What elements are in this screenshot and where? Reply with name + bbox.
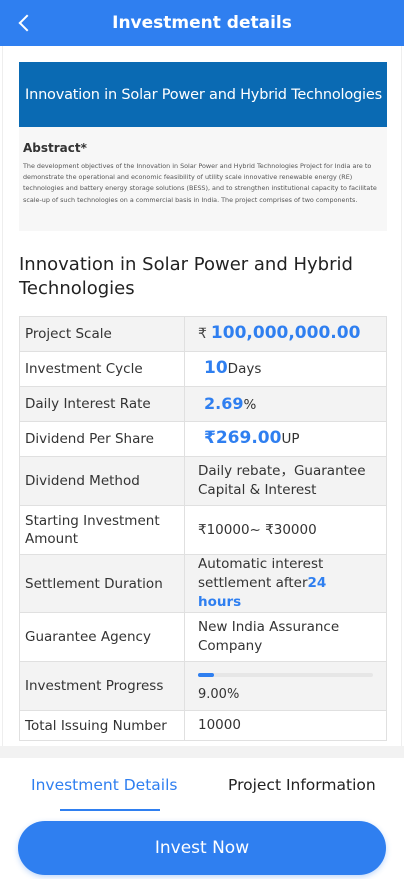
- tab-project-information[interactable]: Project Information: [228, 776, 376, 794]
- abstract-title: Abstract*: [23, 141, 87, 155]
- progress-bar-fill: [198, 672, 214, 677]
- row-guarantee-agency: Guarantee Agency New India Assurance Com…: [19, 612, 387, 662]
- currency-symbol: ₹: [198, 326, 207, 342]
- progress-bar-track: [198, 672, 373, 677]
- investment-details-table: Project Scale ₹100,000,000.00 Investment…: [19, 316, 387, 741]
- invest-now-button[interactable]: Invest Now: [18, 821, 386, 875]
- details-card: Innovation in Solar Power and Hybrid Tec…: [2, 46, 402, 746]
- row-investment-progress: Investment Progress 9.00%: [19, 661, 387, 711]
- banner-body: Abstract* The development objectives of …: [19, 127, 387, 206]
- investment-cycle-value: 10Days: [184, 351, 387, 387]
- dividend-per-share-number: ₹269.00: [204, 428, 282, 448]
- detail-tabs: Investment Details Project Information: [2, 758, 402, 812]
- row-investment-cycle: Investment Cycle 10Days: [19, 351, 387, 387]
- banner-heading: Innovation in Solar Power and Hybrid Tec…: [25, 86, 382, 103]
- abstract-text: The development objectives of the Innova…: [23, 162, 377, 204]
- project-banner-image: Innovation in Solar Power and Hybrid Tec…: [19, 62, 387, 231]
- starting-amount-label: Starting Investment Amount: [19, 505, 185, 555]
- guarantee-agency-value: New India Assurance Company: [184, 612, 387, 662]
- dividend-method-label: Dividend Method: [19, 456, 185, 506]
- investment-cycle-label: Investment Cycle: [19, 351, 185, 387]
- daily-interest-unit: %: [243, 396, 257, 413]
- page-title: Investment details: [112, 13, 292, 33]
- total-issuing-value: 10000: [184, 710, 387, 741]
- starting-amount-value: ₹10000~ ₹30000: [184, 505, 387, 555]
- progress-percent: 9.00%: [198, 686, 240, 702]
- section-divider: [0, 746, 404, 758]
- row-dividend-per-share: Dividend Per Share ₹269.00UP: [19, 421, 387, 457]
- daily-interest-number: 2.69: [204, 393, 244, 413]
- investment-progress-value: 9.00%: [184, 661, 387, 711]
- dividend-per-share-unit: UP: [281, 431, 300, 447]
- row-project-scale: Project Scale ₹100,000,000.00: [19, 316, 387, 352]
- dividend-method-value: Daily rebate，Guarantee Capital & Interes…: [184, 456, 387, 506]
- total-issuing-label: Total Issuing Number: [19, 710, 185, 741]
- banner-heading-bar: Innovation in Solar Power and Hybrid Tec…: [19, 62, 387, 127]
- app-header: Investment details: [0, 0, 404, 46]
- project-scale-amount: 100,000,000.00: [210, 323, 361, 343]
- investment-cycle-unit: Days: [227, 361, 262, 377]
- dividend-per-share-label: Dividend Per Share: [19, 421, 185, 457]
- settlement-duration-text: Automatic interest settlement after: [198, 556, 324, 591]
- dividend-per-share-value: ₹269.00UP: [184, 421, 387, 457]
- guarantee-agency-label: Guarantee Agency: [19, 612, 185, 662]
- daily-interest-value: 2.69%: [184, 386, 387, 422]
- back-button[interactable]: [8, 6, 40, 40]
- project-title: Innovation in Solar Power and Hybrid Tec…: [19, 254, 353, 299]
- settlement-duration-value: Automatic interest settlement after24 ho…: [184, 554, 387, 613]
- active-tab-indicator: [60, 809, 160, 811]
- daily-interest-label: Daily Interest Rate: [19, 386, 185, 422]
- row-starting-amount: Starting Investment Amount ₹10000~ ₹3000…: [19, 505, 387, 555]
- chevron-left-icon: [18, 14, 36, 32]
- row-daily-interest: Daily Interest Rate 2.69%: [19, 386, 387, 422]
- investment-progress-label: Investment Progress: [19, 661, 185, 711]
- project-scale-value: ₹100,000,000.00: [184, 316, 387, 352]
- row-total-issuing: Total Issuing Number 10000: [19, 710, 387, 741]
- tab-investment-details[interactable]: Investment Details: [31, 776, 177, 794]
- settlement-duration-label: Settlement Duration: [19, 554, 185, 613]
- row-settlement-duration: Settlement Duration Automatic interest s…: [19, 554, 387, 613]
- row-dividend-method: Dividend Method Daily rebate，Guarantee C…: [19, 456, 387, 506]
- project-scale-label: Project Scale: [19, 316, 185, 352]
- investment-cycle-number: 10: [204, 358, 228, 378]
